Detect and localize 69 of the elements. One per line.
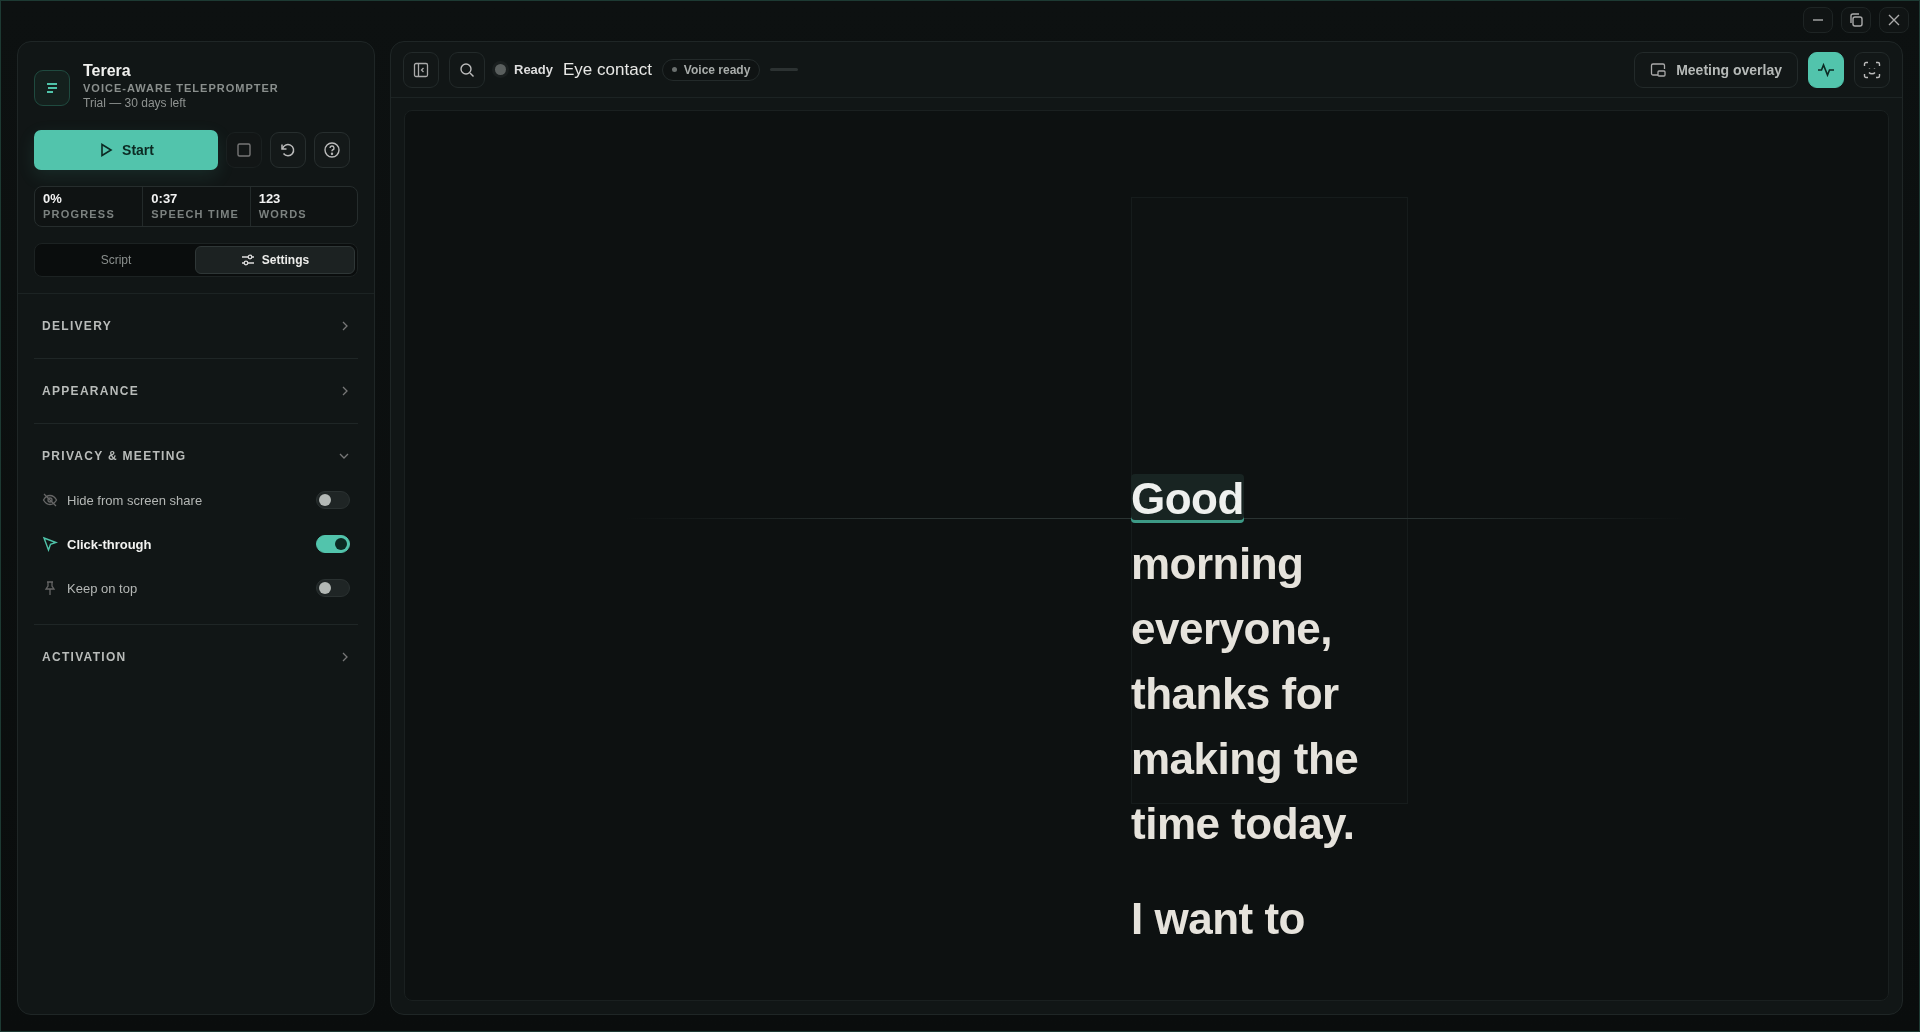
search-button[interactable] bbox=[449, 51, 485, 88]
voice-status-badge: Voice ready bbox=[661, 58, 761, 81]
toggle-switch[interactable] bbox=[316, 535, 350, 553]
sidebar-panel-icon bbox=[413, 61, 429, 78]
start-button[interactable]: Start bbox=[34, 130, 218, 170]
script-word: everyone, bbox=[1131, 604, 1332, 653]
voice-monitor-button[interactable] bbox=[1808, 51, 1844, 88]
face-scan-icon bbox=[1863, 60, 1881, 79]
script-word: for bbox=[1281, 669, 1339, 718]
play-icon bbox=[98, 142, 115, 158]
section-header[interactable]: ACTIVATION bbox=[34, 625, 358, 689]
script-word: to bbox=[1264, 894, 1305, 943]
reset-icon bbox=[279, 141, 297, 159]
close-icon bbox=[1887, 13, 1901, 27]
stat-label: WORDS bbox=[258, 208, 308, 220]
search-icon bbox=[459, 61, 475, 78]
restore-button[interactable] bbox=[1841, 7, 1871, 33]
section-header[interactable]: APPEARANCE bbox=[34, 359, 358, 423]
cursor-arrow-icon bbox=[42, 536, 58, 552]
lines-icon bbox=[44, 81, 60, 95]
pin-icon bbox=[42, 580, 58, 596]
toggle-switch[interactable] bbox=[316, 579, 350, 597]
script-word: today. bbox=[1231, 799, 1355, 848]
overlay-window-icon bbox=[1650, 61, 1667, 78]
setting-label: Hide from screen share bbox=[67, 492, 204, 508]
close-button[interactable] bbox=[1879, 7, 1909, 33]
setting-label: Click-through bbox=[67, 536, 153, 552]
meeting-overlay-button[interactable]: Meeting overlay bbox=[1634, 51, 1798, 88]
sliders-icon bbox=[240, 253, 255, 267]
minimize-button[interactable] bbox=[1803, 7, 1833, 33]
face-tracking-button[interactable] bbox=[1854, 51, 1890, 88]
script-word: time bbox=[1131, 799, 1220, 848]
chevron-right-icon bbox=[340, 651, 350, 663]
setting-label: Keep on top bbox=[67, 580, 139, 596]
script-word: thanks bbox=[1131, 669, 1270, 718]
stat-value: 0:37 bbox=[151, 191, 179, 206]
app-name: Terera bbox=[83, 62, 132, 80]
trial-status: Trial — 30 days left bbox=[83, 96, 187, 110]
script-word: morning bbox=[1131, 539, 1304, 588]
stat-label: PROGRESS bbox=[43, 208, 116, 220]
stat-label: SPEECH TIME bbox=[151, 208, 241, 220]
stop-button[interactable] bbox=[226, 132, 262, 168]
stop-icon bbox=[236, 142, 252, 158]
help-icon bbox=[323, 141, 341, 159]
toggle-switch[interactable] bbox=[316, 491, 350, 509]
reset-button[interactable] bbox=[270, 132, 306, 168]
script-word: the bbox=[1293, 734, 1359, 783]
chevron-right-icon bbox=[340, 385, 350, 397]
section-header[interactable]: PRIVACY & MEETING bbox=[34, 424, 358, 488]
sidebar-toggle-button[interactable] bbox=[403, 51, 439, 88]
script-word: I bbox=[1131, 894, 1143, 943]
app-subtitle: VOICE-AWARE TELEPROMPTER bbox=[83, 82, 279, 94]
stat-value: 0% bbox=[43, 191, 63, 206]
chevron-right-icon bbox=[340, 320, 350, 332]
status-label: Ready bbox=[514, 62, 554, 77]
hidden-eye-icon bbox=[42, 492, 58, 508]
stat-value: 123 bbox=[258, 191, 282, 206]
chevron-down-icon bbox=[338, 451, 350, 461]
panel-tab[interactable]: Script bbox=[37, 246, 195, 274]
script-word: making bbox=[1131, 734, 1283, 783]
script-word: want bbox=[1154, 894, 1253, 943]
mode-label: Eye contact bbox=[563, 59, 652, 80]
help-button[interactable] bbox=[314, 132, 350, 168]
section-header[interactable]: DELIVERY bbox=[34, 294, 358, 358]
script-word: Good bbox=[1131, 474, 1244, 523]
panel-tab[interactable]: Settings bbox=[195, 246, 355, 274]
restore-icon bbox=[1848, 12, 1864, 28]
pulse-icon bbox=[1817, 60, 1835, 79]
status-dot bbox=[495, 64, 506, 75]
